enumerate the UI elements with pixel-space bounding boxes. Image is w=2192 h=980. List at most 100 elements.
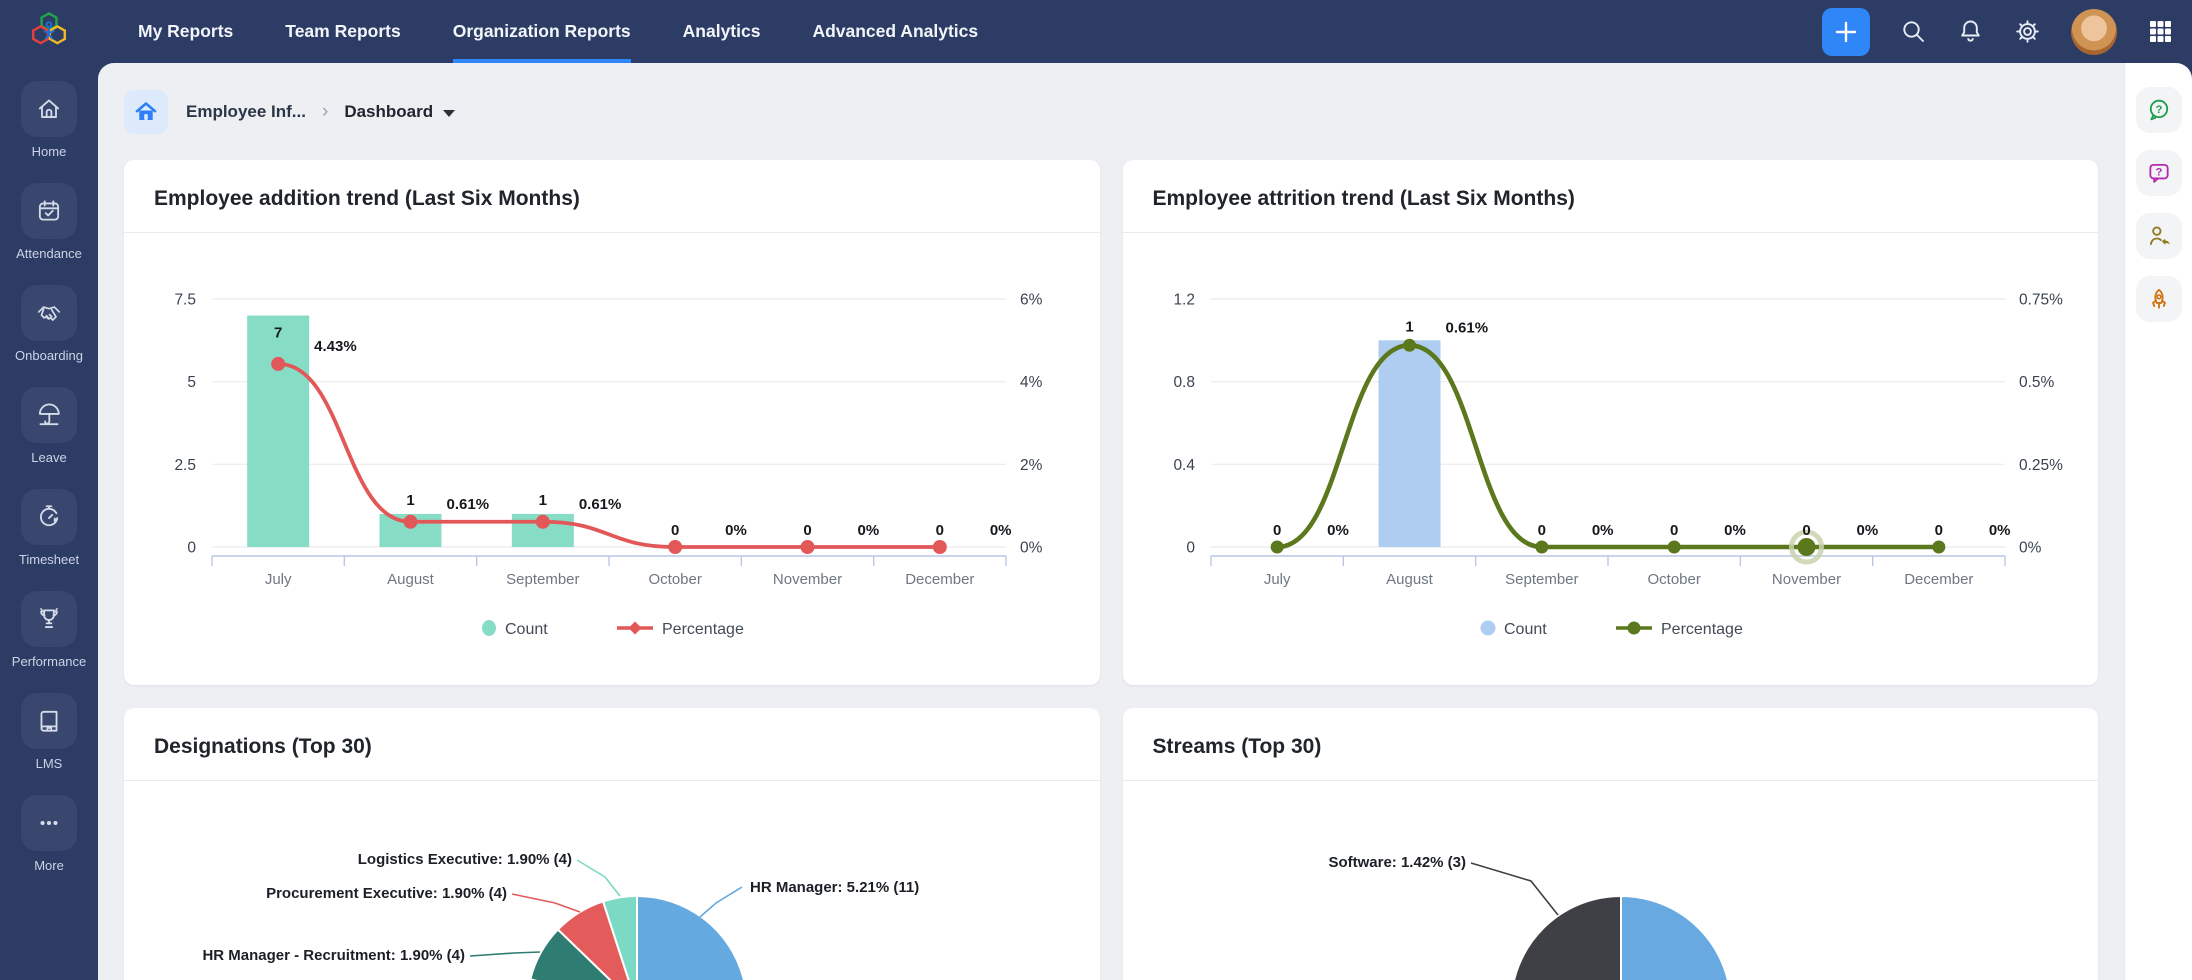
- apps-grid-icon[interactable]: [2147, 18, 2174, 45]
- employee-addition-trend-chart[interactable]: 00%2.52%54%7.56%JulyAugustSeptemberOctob…: [144, 239, 1079, 664]
- dashboard-grid: Employee addition trend (Last Six Months…: [98, 134, 2124, 980]
- chevron-down-icon: [443, 110, 455, 117]
- main-content: Employee Inf... › Dashboard Employee add…: [98, 63, 2124, 980]
- svg-text:0: 0: [1186, 540, 1195, 557]
- svg-text:0%: 0%: [1988, 522, 2010, 539]
- sidebar-item-leave[interactable]: Leave: [21, 387, 77, 465]
- notifications-bell-icon[interactable]: [1957, 18, 1984, 45]
- svg-text:1: 1: [539, 492, 547, 509]
- chevron-right-icon: ›: [322, 101, 328, 123]
- svg-text:0: 0: [803, 522, 811, 539]
- sidebar-label: Attendance: [16, 246, 82, 261]
- left-sidebar: Home Attendance Onboarding Leave Timeshe…: [0, 63, 98, 980]
- svg-text:0: 0: [1272, 522, 1280, 539]
- settings-gear-icon[interactable]: [2014, 18, 2041, 45]
- employee-attrition-trend-chart[interactable]: 0 0% 0.4 0.25% 0.8 0.5% 1.2 0.75% July August Sept…: [1143, 239, 2078, 664]
- svg-text:0: 0: [1802, 522, 1810, 539]
- svg-text:0: 0: [936, 522, 944, 539]
- search-icon[interactable]: [1900, 18, 1927, 45]
- svg-text:July: July: [1263, 571, 1290, 588]
- svg-text:August: August: [1386, 571, 1434, 588]
- breadcrumb-home-button[interactable]: [124, 90, 168, 134]
- tab-advanced-analytics[interactable]: Advanced Analytics: [812, 0, 978, 63]
- svg-text:0.5%: 0.5%: [2019, 374, 2055, 391]
- svg-text:0.61%: 0.61%: [447, 496, 490, 513]
- card-employee-addition-trend: Employee addition trend (Last Six Months…: [124, 160, 1100, 685]
- trophy-icon: [35, 605, 63, 633]
- sidebar-label: Performance: [12, 654, 86, 669]
- svg-text:July: July: [265, 571, 292, 588]
- streams-pie-chart[interactable]: Software: 1.42% (3): [1123, 781, 2098, 980]
- svg-text:0%: 0%: [1020, 540, 1043, 557]
- tab-analytics[interactable]: Analytics: [683, 0, 761, 63]
- user-share-button[interactable]: [2136, 213, 2182, 259]
- svg-text:0%: 0%: [2019, 540, 2042, 557]
- svg-text:0%: 0%: [1327, 522, 1349, 539]
- svg-text:7: 7: [274, 325, 282, 342]
- sidebar-item-performance[interactable]: Performance: [12, 591, 86, 669]
- app-logo[interactable]: [0, 6, 98, 58]
- help-chat-button[interactable]: ?: [2136, 87, 2182, 133]
- sidebar-item-home[interactable]: Home: [21, 81, 77, 159]
- ellipsis-icon: [35, 809, 63, 837]
- sidebar-item-onboarding[interactable]: Onboarding: [15, 285, 83, 363]
- user-share-icon: [2146, 223, 2172, 249]
- svg-text:1.2: 1.2: [1173, 292, 1195, 309]
- breadcrumb-page-dropdown[interactable]: Dashboard: [344, 102, 455, 122]
- svg-text:7.5: 7.5: [174, 292, 196, 309]
- book-icon: [35, 707, 63, 735]
- svg-text:0.4: 0.4: [1173, 457, 1195, 474]
- card-title: Designations (Top 30): [154, 735, 1070, 759]
- sidebar-item-attendance[interactable]: Attendance: [16, 183, 82, 261]
- svg-text:1: 1: [1405, 318, 1413, 335]
- svg-text:?: ?: [2155, 104, 2162, 116]
- sidebar-item-lms[interactable]: LMS: [21, 693, 77, 771]
- help-chat-icon: ?: [2146, 97, 2172, 123]
- tab-my-reports[interactable]: My Reports: [138, 0, 233, 63]
- svg-text:0%: 0%: [990, 522, 1012, 539]
- umbrella-icon: [35, 401, 63, 429]
- calendar-check-icon: [35, 197, 63, 225]
- svg-text:November: November: [1771, 571, 1840, 588]
- svg-text:0: 0: [1537, 522, 1545, 539]
- svg-text:Percentage: Percentage: [662, 621, 744, 638]
- svg-text:0.25%: 0.25%: [2019, 457, 2063, 474]
- svg-text:1: 1: [406, 492, 414, 509]
- sidebar-item-more[interactable]: More: [21, 795, 77, 873]
- svg-text:Logistics Executive: 1.90% (4): Logistics Executive: 1.90% (4): [358, 851, 572, 868]
- svg-text:0%: 0%: [1856, 522, 1878, 539]
- designations-pie-chart[interactable]: HR Manager: 5.21% (11) Logistics Executiv…: [124, 781, 1099, 980]
- svg-text:October: October: [648, 571, 701, 588]
- svg-text:0.61%: 0.61%: [579, 496, 622, 513]
- card-designations-pie: Designations (Top 30) HR Manager: 5.21% …: [124, 708, 1100, 980]
- nav-actions: [1822, 0, 2174, 63]
- user-avatar[interactable]: [2071, 9, 2117, 55]
- card-streams-pie: Streams (Top 30) Software: 1.42% (3): [1123, 708, 2099, 980]
- svg-text:Software: 1.42% (3): Software: 1.42% (3): [1328, 854, 1466, 871]
- svg-text:2%: 2%: [1020, 457, 1043, 474]
- svg-text:0%: 0%: [1724, 522, 1746, 539]
- breadcrumb-module[interactable]: Employee Inf...: [186, 102, 306, 122]
- tab-team-reports[interactable]: Team Reports: [285, 0, 400, 63]
- whats-new-button[interactable]: [2136, 276, 2182, 322]
- zoho-people-logo-icon: [23, 6, 75, 58]
- add-button[interactable]: [1822, 8, 1870, 56]
- top-navbar: My Reports Team Reports Organization Rep…: [0, 0, 2192, 63]
- svg-text:HR Manager: 5.21% (11): HR Manager: 5.21% (11): [750, 879, 919, 896]
- svg-text:?: ?: [2155, 167, 2162, 179]
- card-title: Streams (Top 30): [1153, 735, 2069, 759]
- sidebar-item-timesheet[interactable]: Timesheet: [19, 489, 79, 567]
- home-icon: [35, 95, 63, 123]
- svg-text:December: December: [905, 571, 974, 588]
- svg-text:0.75%: 0.75%: [2019, 292, 2063, 309]
- right-rail: ? ?: [2124, 63, 2192, 980]
- svg-text:September: September: [1505, 571, 1578, 588]
- tab-organization-reports[interactable]: Organization Reports: [453, 0, 631, 63]
- stopwatch-icon: [35, 503, 63, 531]
- sidebar-label: LMS: [36, 756, 63, 771]
- card-title: Employee addition trend (Last Six Months…: [154, 187, 1070, 211]
- svg-text:0.8: 0.8: [1173, 374, 1195, 391]
- faq-button[interactable]: ?: [2136, 150, 2182, 196]
- svg-text:0%: 0%: [725, 522, 747, 539]
- svg-text:October: October: [1647, 571, 1700, 588]
